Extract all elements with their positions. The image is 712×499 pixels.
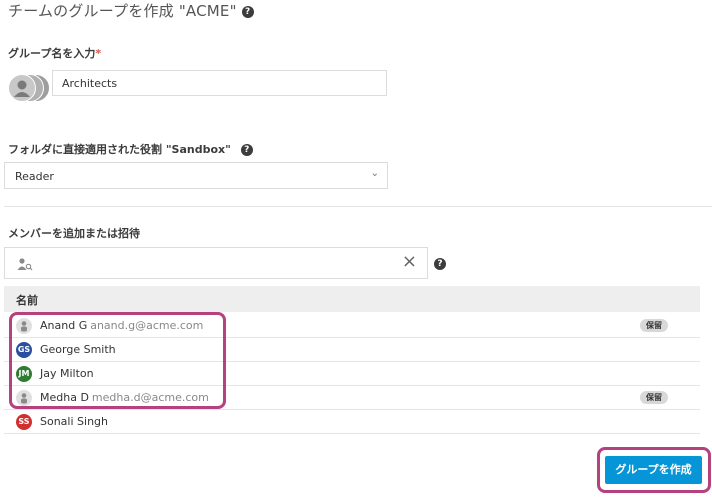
members-label: メンバーを追加または招待 [8,227,140,240]
pending-badge: 保留 [640,391,668,404]
clear-search-icon[interactable]: × [402,251,417,273]
member-name: Jay Milton [40,367,94,380]
table-row[interactable]: Medha Dmedha.d@acme.com 保留 [4,386,700,410]
person-silhouette-icon [14,80,30,97]
table-row[interactable]: JM Jay Milton [4,362,700,386]
required-mark: * [95,47,102,60]
role-label: フォルダに直接適用された役割 "Sandbox" ? [8,141,253,157]
chevron-down-icon: ⌄ [370,168,379,179]
dialog-title: チームのグループを作成 "ACME" ? [8,0,254,21]
role-selected-value: Reader [15,170,54,183]
person-silhouette-icon [21,393,27,404]
section-divider [4,206,712,207]
pending-badge: 保留 [640,319,668,332]
person-silhouette-icon [21,321,27,332]
help-icon[interactable]: ? [241,5,254,18]
user-search-icon [17,258,33,271]
role-select[interactable]: Reader ⌄ [4,162,388,189]
table-row[interactable]: SS Sonali Singh [4,410,700,434]
members-table-header: 名前 [4,286,700,312]
member-search-input[interactable]: × [4,247,428,279]
group-name-label-text: グループ名を入力 [8,47,96,60]
member-name-text: Anand G [40,319,88,332]
member-name: George Smith [40,343,116,356]
create-group-button[interactable]: グループを作成 [605,456,702,484]
group-avatar-stack [8,74,50,102]
group-name-input[interactable]: Architects [52,70,387,96]
help-icon[interactable]: ? [240,144,253,156]
member-name-text: Medha D [40,391,89,404]
initials-avatar: JM [16,366,32,382]
group-name-value: Architects [62,77,118,90]
initials-avatar: SS [16,414,32,430]
member-email: anand.g@acme.com [90,319,204,332]
column-header-name: 名前 [16,294,38,307]
person-avatar-icon [16,318,32,334]
member-name: Anand Ganand.g@acme.com [40,319,203,332]
help-icon[interactable]: ? [434,258,446,270]
group-name-label: グループ名を入力* [8,45,101,61]
person-avatar-icon [8,74,36,102]
role-label-text: フォルダに直接適用された役割 "Sandbox" [8,143,231,156]
member-name: Sonali Singh [40,415,108,428]
table-row[interactable]: Anand Ganand.g@acme.com 保留 [4,314,700,338]
table-row[interactable]: GS George Smith [4,338,700,362]
member-name: Medha Dmedha.d@acme.com [40,391,209,404]
person-avatar-icon [16,390,32,406]
initials-avatar: GS [16,342,32,358]
dialog-title-text: チームのグループを作成 "ACME" [8,2,237,20]
member-email: medha.d@acme.com [91,391,209,404]
